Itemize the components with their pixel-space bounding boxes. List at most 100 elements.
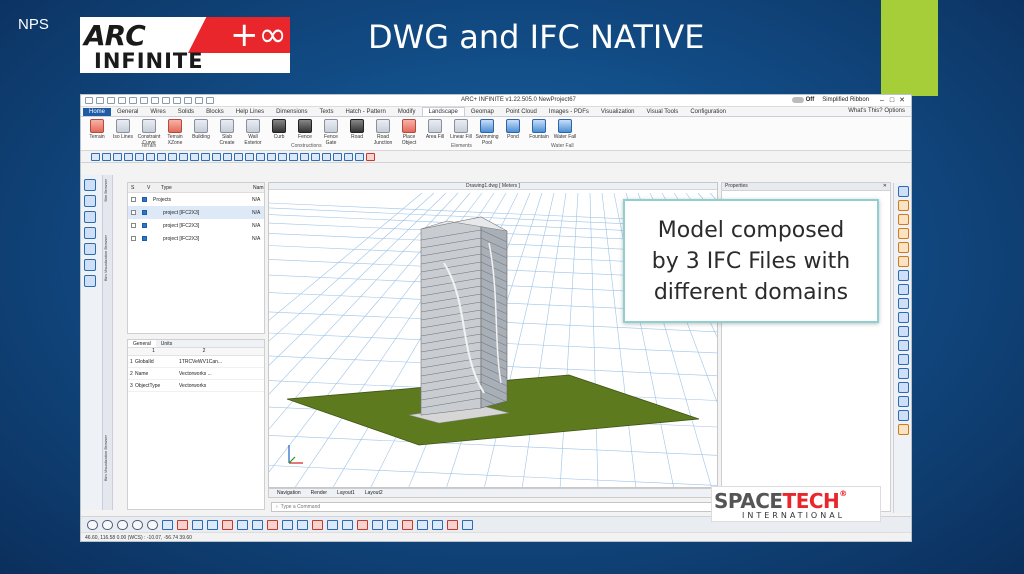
- ribbon-button-pond[interactable]: Pond: [501, 119, 525, 140]
- snap-tool-icon[interactable]: [256, 152, 265, 161]
- new-file-icon[interactable]: [85, 97, 93, 104]
- ribbon-button-slab-create[interactable]: Slab Create: [215, 119, 239, 146]
- snap-tool-icon[interactable]: [102, 152, 111, 161]
- visibility-icon[interactable]: [117, 519, 128, 530]
- zoom-out-icon[interactable]: [898, 340, 909, 351]
- visibility-checkbox[interactable]: [142, 236, 147, 241]
- visibility-checkbox[interactable]: [142, 197, 147, 202]
- ribbon-button-area-fill[interactable]: Area Fill: [423, 119, 447, 140]
- draw-tool-icon[interactable]: [342, 519, 353, 530]
- draw-tool-icon[interactable]: [177, 519, 188, 530]
- ribbon-button-swimming-pool[interactable]: Swimming Pool: [475, 119, 499, 146]
- tab-images-pdfs[interactable]: Images - PDFs: [543, 108, 595, 116]
- save-icon[interactable]: [107, 97, 115, 104]
- snap-tool-icon[interactable]: [311, 152, 320, 161]
- draw-tool-icon[interactable]: [432, 519, 443, 530]
- draw-tool-icon[interactable]: [162, 519, 173, 530]
- draw-tool-icon[interactable]: [372, 519, 383, 530]
- open-file-icon[interactable]: [96, 97, 104, 104]
- tab-help-lines[interactable]: Help Lines: [230, 108, 270, 116]
- draw-tool-icon[interactable]: [237, 519, 248, 530]
- props-row[interactable]: 3 ObjectType Vectorworks: [128, 380, 264, 392]
- tree-row[interactable]: Projects N/A: [128, 193, 264, 206]
- vtab-navigation[interactable]: Navigation: [277, 490, 301, 496]
- draw-tool-icon[interactable]: [267, 519, 278, 530]
- snap-tool-icon[interactable]: [146, 152, 155, 161]
- props-row[interactable]: 1 GlobalId 1TRCVeWV1Can...: [128, 356, 264, 368]
- view-right-icon[interactable]: [898, 270, 909, 281]
- tab-general[interactable]: General: [111, 108, 144, 116]
- vtab-render[interactable]: Render: [311, 490, 327, 496]
- tab-dimensions[interactable]: Dimensions: [270, 108, 313, 116]
- snap-tool-icon[interactable]: [322, 152, 331, 161]
- cube-icon[interactable]: [898, 424, 909, 435]
- properties-icon[interactable]: [195, 97, 203, 104]
- bim-browser-icon[interactable]: [84, 179, 96, 191]
- images-icon[interactable]: [84, 227, 96, 239]
- view-back-icon[interactable]: [898, 242, 909, 253]
- paste-icon[interactable]: [162, 97, 170, 104]
- help-icon[interactable]: [206, 97, 214, 104]
- draw-tool-icon[interactable]: [462, 519, 473, 530]
- tabs-right-links[interactable]: What's This? Options: [848, 108, 905, 114]
- zoom-in-icon[interactable]: [898, 326, 909, 337]
- ribbon-button-linear-fill[interactable]: Linear Fill: [449, 119, 473, 140]
- tab-blocks[interactable]: Blocks: [200, 108, 230, 116]
- tab-texts[interactable]: Texts: [313, 108, 339, 116]
- ribbon-button-iso-lines[interactable]: Iso Lines: [111, 119, 135, 140]
- select-checkbox[interactable]: [131, 210, 136, 215]
- snap-tool-icon[interactable]: [234, 152, 243, 161]
- snap-tool-icon[interactable]: [201, 152, 210, 161]
- ribbon-button-place-object[interactable]: Place Object: [397, 119, 421, 146]
- snap-tool-icon[interactable]: [245, 152, 254, 161]
- ribbon-button-road-junction[interactable]: Road Junction: [371, 119, 395, 146]
- draw-tool-icon[interactable]: [207, 519, 218, 530]
- layers-icon[interactable]: [84, 195, 96, 207]
- zoom-window-icon[interactable]: [898, 354, 909, 365]
- view-iso2-icon[interactable]: [898, 298, 909, 309]
- tab-solids[interactable]: Solids: [172, 108, 200, 116]
- close-button[interactable]: ✕: [897, 96, 907, 104]
- vtab-layout2[interactable]: Layout2: [365, 490, 383, 496]
- ribbon-button-constraint-curve[interactable]: Constraint Curve: [137, 119, 161, 146]
- draw-tool-icon[interactable]: [402, 519, 413, 530]
- snap-tool-icon[interactable]: [135, 152, 144, 161]
- snap-tool-icon[interactable]: [300, 152, 309, 161]
- draw-tool-icon[interactable]: [447, 519, 458, 530]
- minimize-button[interactable]: –: [877, 97, 887, 104]
- draw-tool-icon[interactable]: [252, 519, 263, 530]
- visibility-icon[interactable]: [132, 519, 143, 530]
- text-styles-icon[interactable]: [84, 243, 96, 255]
- props-tab-units[interactable]: Units: [156, 340, 177, 347]
- pane-close-icon[interactable]: ✕: [883, 183, 887, 190]
- ribbon-button-building[interactable]: Building: [189, 119, 213, 140]
- snap-tool-icon[interactable]: [267, 152, 276, 161]
- command-line[interactable]: › Type a Command: [271, 502, 717, 512]
- view-front-icon[interactable]: [898, 228, 909, 239]
- print-icon[interactable]: [118, 97, 126, 104]
- maximize-button[interactable]: □: [887, 97, 897, 104]
- view-left-icon[interactable]: [898, 256, 909, 267]
- layer-icon[interactable]: [184, 97, 192, 104]
- view-iso-icon[interactable]: [898, 284, 909, 295]
- snap-tool-icon[interactable]: [355, 152, 364, 161]
- props-tab-general[interactable]: General: [128, 340, 156, 347]
- undo-icon[interactable]: [129, 97, 137, 104]
- select-checkbox[interactable]: [131, 236, 136, 241]
- tab-modify[interactable]: Modify: [392, 108, 422, 116]
- snap-tool-icon[interactable]: [113, 152, 122, 161]
- draw-tool-icon[interactable]: [387, 519, 398, 530]
- view-home-icon[interactable]: [898, 186, 909, 197]
- snap-tool-icon[interactable]: [223, 152, 232, 161]
- snap-tool-icon[interactable]: [366, 152, 375, 161]
- tab-visualization[interactable]: Visualization: [595, 108, 641, 116]
- visibility-icon[interactable]: [87, 519, 98, 530]
- snap-tool-icon[interactable]: [278, 152, 287, 161]
- props-row[interactable]: 2 Name Vectorworks ...: [128, 368, 264, 380]
- snap-tool-icon[interactable]: [124, 152, 133, 161]
- tab-visual-tools[interactable]: Visual Tools: [641, 108, 685, 116]
- draw-tool-icon[interactable]: [417, 519, 428, 530]
- measure-icon[interactable]: [173, 97, 181, 104]
- side-label-bim-vis-1[interactable]: Bim Visualization Browser: [103, 235, 108, 281]
- visibility-icon[interactable]: [102, 519, 113, 530]
